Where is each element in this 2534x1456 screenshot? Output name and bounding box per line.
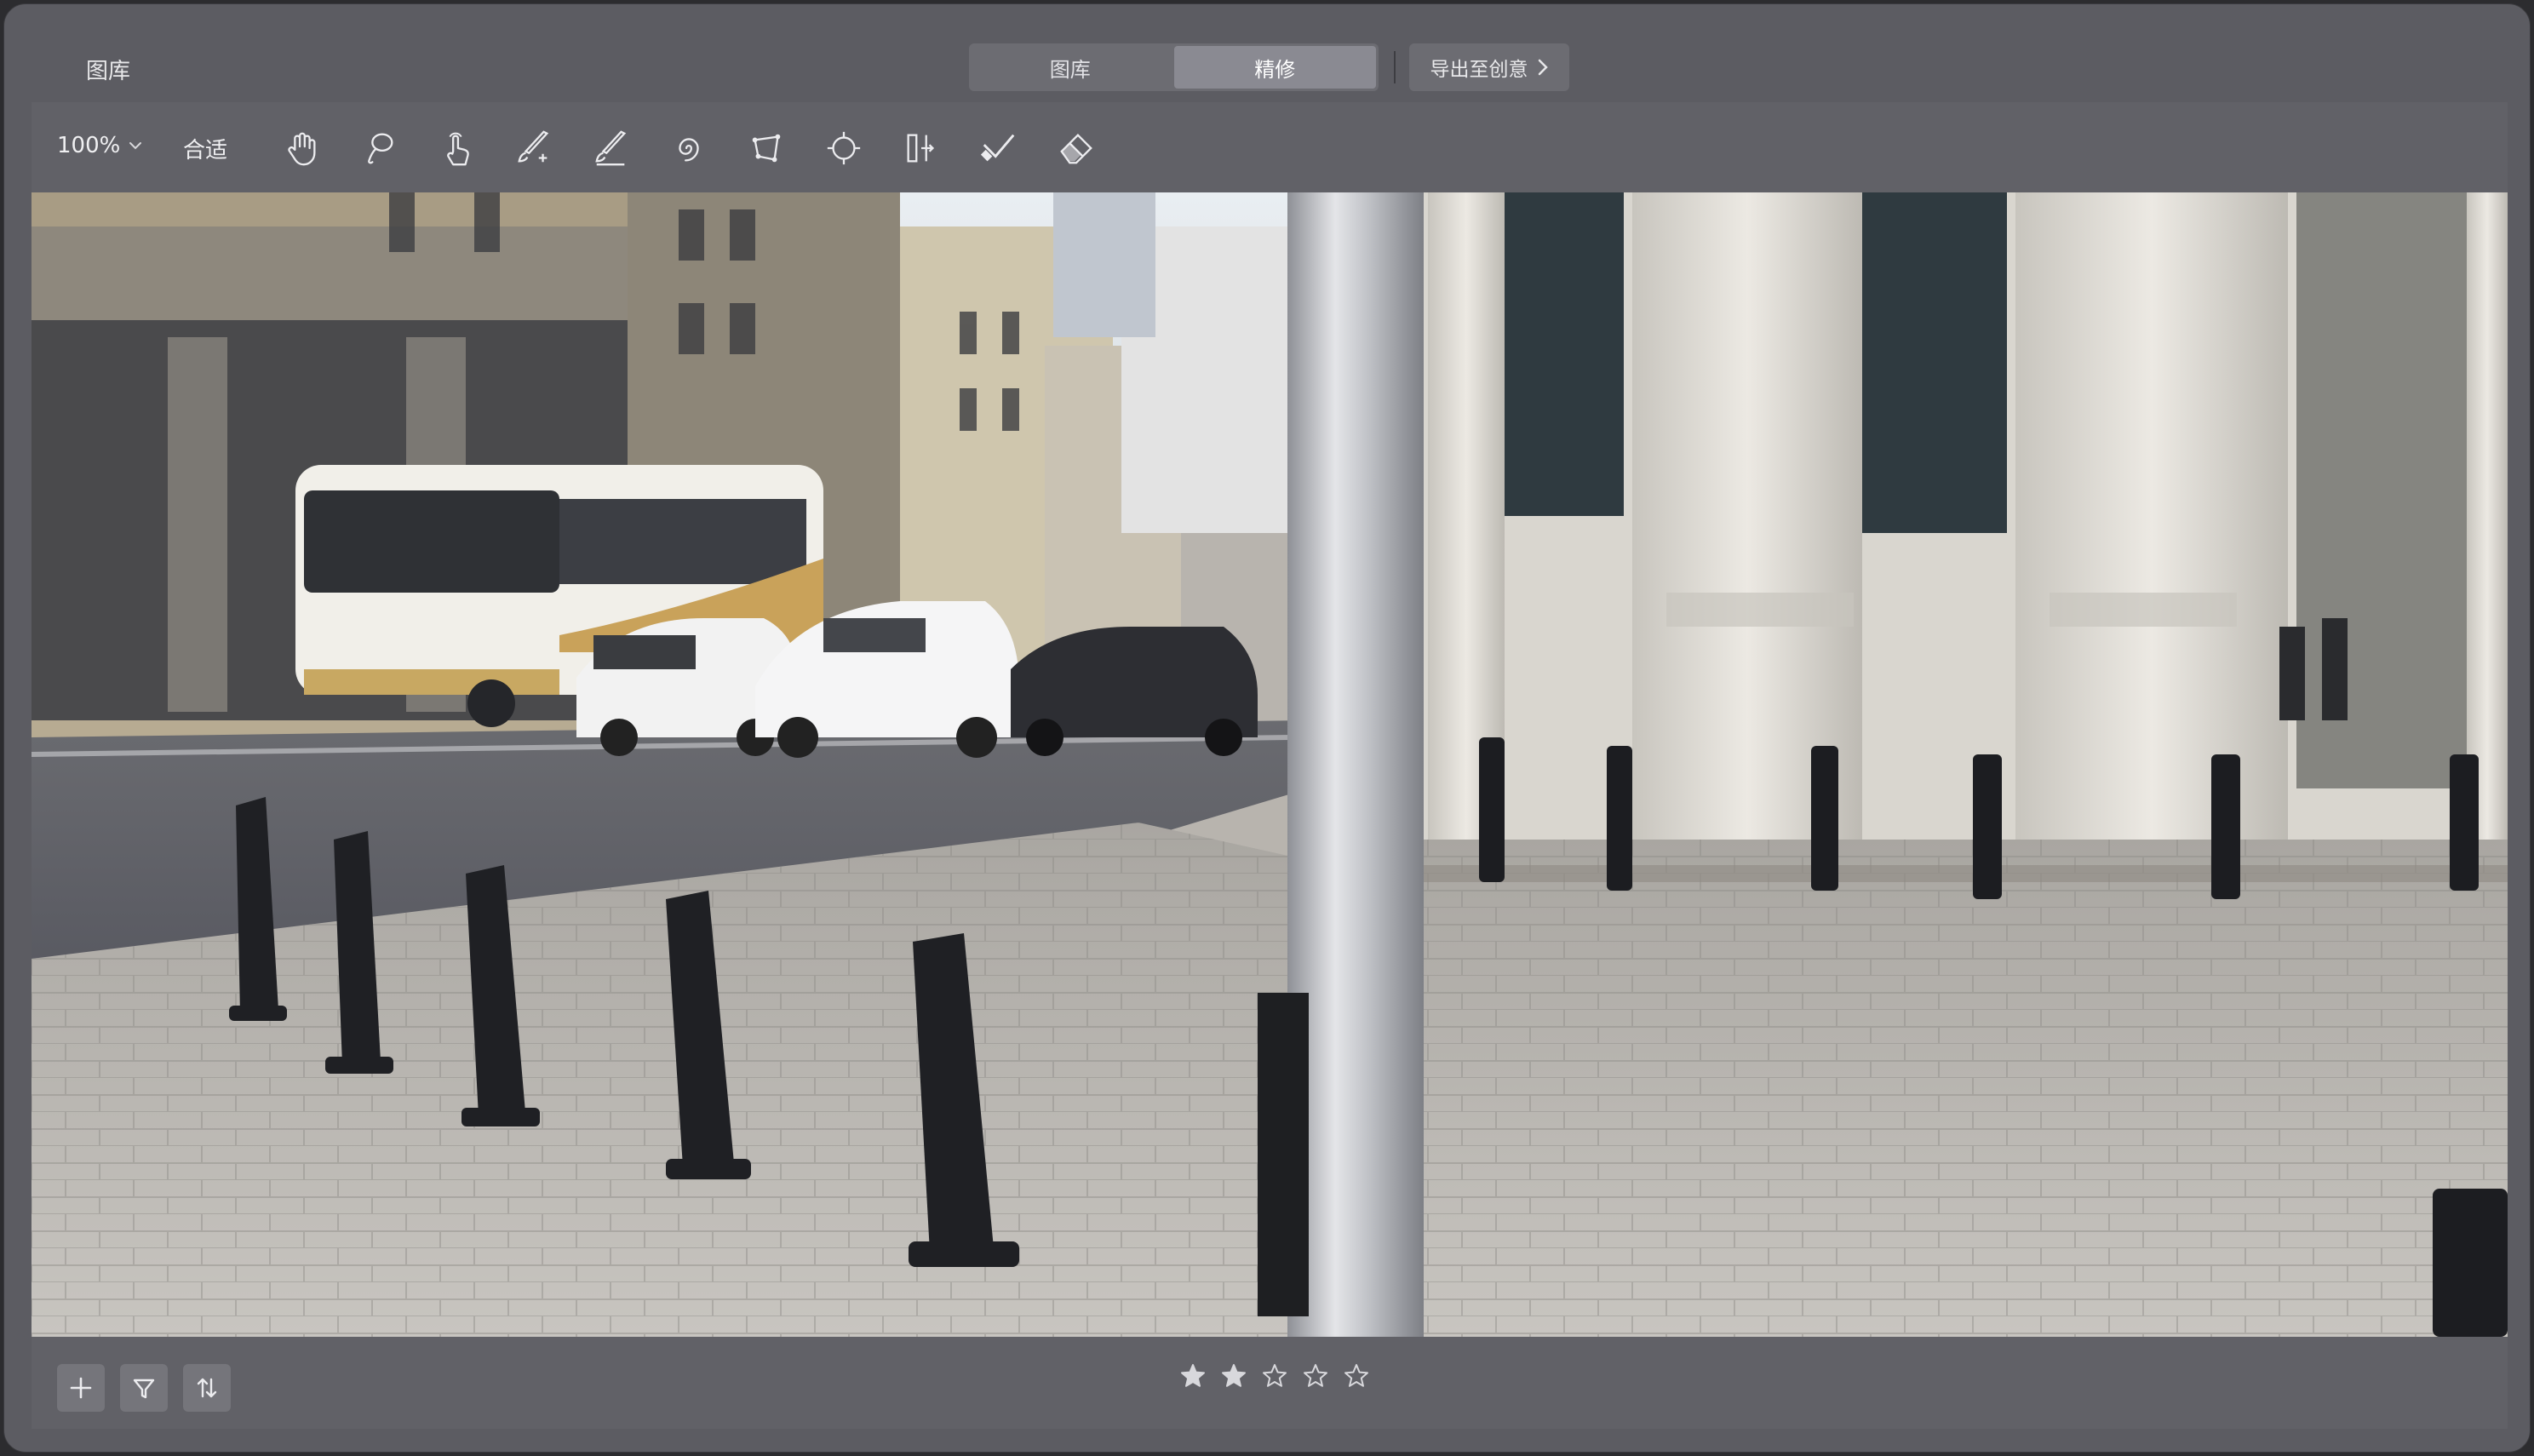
lasso-icon[interactable] bbox=[355, 124, 403, 172]
mode-switcher: 图库 精修 bbox=[969, 43, 1379, 91]
filter-button[interactable] bbox=[120, 1364, 168, 1412]
star-empty-icon[interactable] bbox=[1343, 1362, 1370, 1393]
export-label: 导出至创意 bbox=[1430, 59, 1528, 81]
plus-icon bbox=[70, 1377, 92, 1399]
fit-button[interactable]: 合适 bbox=[183, 133, 227, 164]
tab-refine[interactable]: 精修 bbox=[1173, 46, 1376, 89]
divider bbox=[1394, 51, 1396, 83]
check-brush-icon[interactable] bbox=[975, 124, 1023, 172]
street-photo bbox=[32, 192, 2508, 1337]
star-empty-icon[interactable] bbox=[1261, 1362, 1288, 1393]
zoom-value: 100% bbox=[57, 133, 121, 158]
star-filled-icon[interactable] bbox=[1179, 1362, 1207, 1393]
export-to-creative-button[interactable]: 导出至创意 bbox=[1409, 43, 1569, 91]
edit-toolbar: 100% 合适 bbox=[32, 102, 2508, 192]
add-button[interactable] bbox=[57, 1364, 105, 1412]
radial-icon[interactable] bbox=[820, 124, 868, 172]
editor-panel: 100% 合适 bbox=[32, 102, 2508, 1429]
brush-plus-icon[interactable] bbox=[510, 124, 558, 172]
star-empty-icon[interactable] bbox=[1302, 1362, 1329, 1393]
brush-minus-icon[interactable] bbox=[588, 124, 635, 172]
rating-stars bbox=[1179, 1362, 1370, 1393]
app-window: 图库 图库 精修 导出至创意 100% 合适 bbox=[3, 3, 2531, 1453]
filter-icon bbox=[133, 1379, 155, 1399]
split-icon[interactable] bbox=[897, 124, 945, 172]
eraser-icon[interactable] bbox=[1052, 124, 1100, 172]
star-filled-icon[interactable] bbox=[1220, 1362, 1247, 1393]
touch-icon[interactable] bbox=[433, 124, 480, 172]
photo-canvas[interactable] bbox=[32, 192, 2508, 1337]
bottom-bar bbox=[32, 1337, 2508, 1429]
app-title: 图库 bbox=[86, 59, 131, 84]
title-bar: 图库 图库 精修 导出至创意 bbox=[4, 4, 2530, 98]
transform-icon[interactable] bbox=[742, 124, 790, 172]
hand-icon[interactable] bbox=[278, 124, 325, 172]
sort-button[interactable] bbox=[183, 1364, 231, 1412]
sort-icon bbox=[197, 1378, 217, 1398]
zoom-dropdown[interactable]: 100% bbox=[57, 133, 142, 158]
chevron-down-icon bbox=[129, 142, 142, 150]
swirl-icon[interactable] bbox=[665, 124, 713, 172]
chevron-right-icon bbox=[1538, 59, 1548, 76]
tab-gallery[interactable]: 图库 bbox=[969, 43, 1172, 91]
